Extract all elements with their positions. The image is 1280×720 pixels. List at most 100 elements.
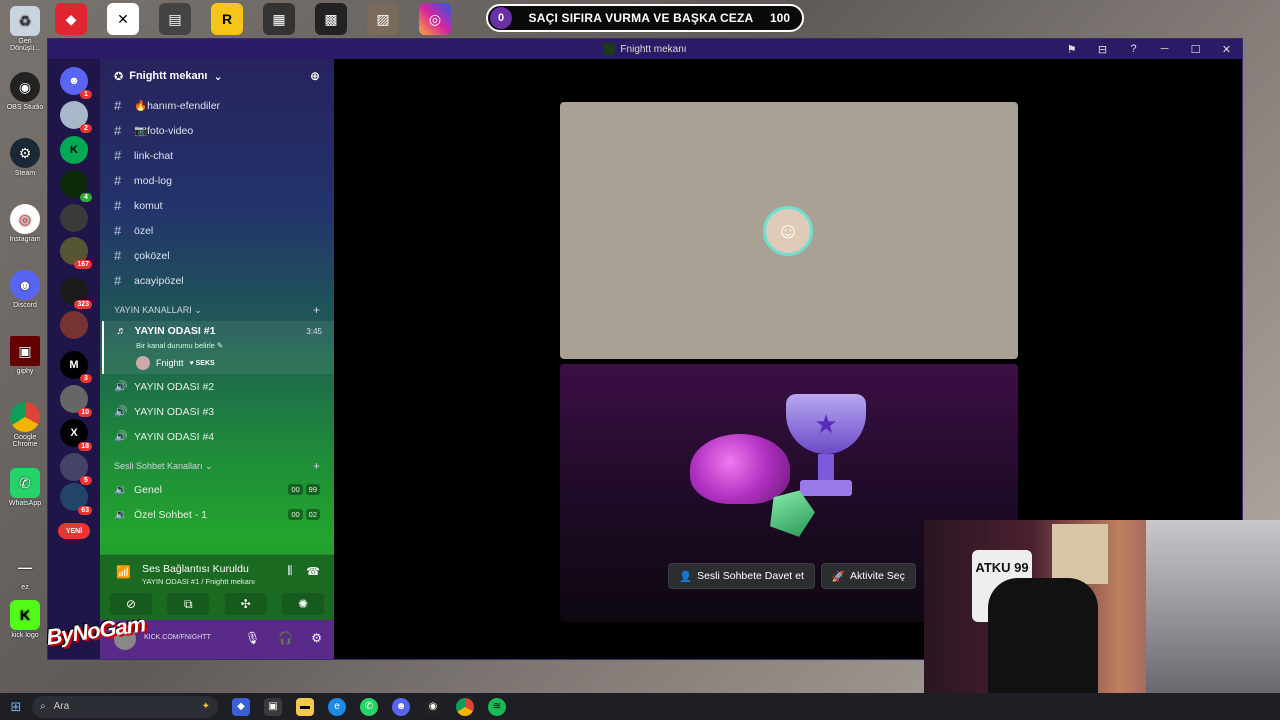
trophy-illustration: ★	[786, 394, 866, 504]
voice-channel-item[interactable]: 🔉 Genel 00 99	[100, 477, 334, 502]
category-voice[interactable]: Sesli Sohbet Kanalları ⌄ +	[100, 455, 334, 477]
help-icon[interactable]: ?	[1118, 43, 1149, 55]
server-icon[interactable]: K	[60, 136, 88, 164]
category-stream[interactable]: YAYIN KANALLARI ⌄ +	[100, 299, 334, 321]
desktop-icon[interactable]: Kkick logo	[4, 600, 46, 639]
server-icon[interactable]: 4	[60, 170, 92, 202]
server-icon[interactable]: 5	[60, 453, 92, 485]
camera-off-button[interactable]: ⊘	[110, 593, 152, 615]
channel-item[interactable]: # özel	[100, 218, 334, 243]
channel-item[interactable]: # 🔥hanım-efendiler	[100, 93, 334, 118]
edge-icon[interactable]: e	[328, 697, 346, 716]
game-app-icon[interactable]: ◆	[55, 3, 87, 35]
server-icon[interactable]: X 18	[60, 419, 92, 451]
maximize-button[interactable]: ☐	[1180, 43, 1211, 56]
participant-tile[interactable]: ☺	[560, 102, 1018, 359]
voice-channel-item[interactable]: 🔉 Özel Sohbet - 1 00 02	[100, 502, 334, 527]
desktop-icon[interactable]: ♻ Geri Dönüşü...	[4, 6, 46, 52]
avatar: ☺	[763, 206, 813, 256]
channel-item[interactable]: # mod-log	[100, 168, 334, 193]
channel-item[interactable]: # komut	[100, 193, 334, 218]
voice-channel-item[interactable]: 🔊 YAYIN ODASI #3	[100, 399, 334, 424]
folder-shortcut-icon[interactable]: ▤	[159, 3, 191, 35]
windows-start-icon[interactable]: ⊞	[0, 699, 32, 715]
obs-icon: ◉	[10, 72, 40, 102]
server-header[interactable]: ✪ Fnightt mekanı ⌄ ⊕	[100, 59, 334, 93]
search-icon: ⌕	[40, 701, 46, 712]
channel-status[interactable]: Bir kanal durumu belirle ✎	[136, 341, 322, 350]
copilot-icon[interactable]: ◆	[232, 697, 250, 716]
store-icon[interactable]: ▣	[264, 697, 282, 716]
add-channel-icon[interactable]: +	[313, 303, 320, 317]
counter-left-value: 0	[490, 7, 512, 29]
channel-item[interactable]: # 📷foto-video	[100, 118, 334, 143]
server-icon[interactable]: M3	[60, 351, 92, 383]
server-icon[interactable]	[60, 311, 88, 339]
game-shortcut-icon[interactable]: ▩	[315, 3, 347, 35]
spotify-icon[interactable]: ≋	[488, 697, 506, 716]
rockstar-icon[interactable]: R	[211, 3, 243, 35]
whatsapp-icon[interactable]: ✆	[360, 697, 378, 716]
hash-icon: #	[114, 273, 122, 288]
soundboard-button[interactable]: ✺	[281, 593, 324, 615]
game-shortcut-icon[interactable]: ▦	[263, 3, 295, 35]
disconnect-icon[interactable]: ☎	[306, 565, 320, 578]
punishment-counter: 0 SAÇI SIFIRA VURMA VE BAŞKA CEZA 100	[486, 4, 804, 32]
server-icon[interactable]: 167	[60, 237, 92, 269]
taskbar-search[interactable]: ⌕ Ara ✦	[32, 695, 218, 718]
stream-voice-icon: 🔊	[114, 431, 128, 443]
flag-icon[interactable]: ⚑	[1056, 43, 1087, 56]
desktop-icon[interactable]: ▣ giphy	[4, 336, 46, 375]
desktop-icon[interactable]: ⚙ Steam	[4, 138, 46, 177]
discord-icon[interactable]: ☻	[392, 697, 410, 716]
voice-member[interactable]: Fnightt ♥ SEKS	[136, 356, 322, 370]
close-button[interactable]: ✕	[1211, 43, 1242, 56]
server-icon[interactable]: 323	[60, 277, 92, 309]
server-icon[interactable]: 10	[60, 385, 92, 417]
file-explorer-icon[interactable]: ▬	[296, 697, 314, 716]
obs-icon[interactable]: ◉	[424, 697, 442, 716]
server-icon[interactable]	[60, 204, 88, 232]
activities-button[interactable]: ✣	[224, 593, 267, 615]
channel-item[interactable]: # çoközel	[100, 243, 334, 268]
screen-share-button[interactable]: ⧉	[167, 593, 210, 615]
server-icon[interactable]: 63	[60, 483, 92, 515]
server-icon[interactable]: 2	[60, 101, 92, 133]
image-shortcut-icon[interactable]: ▨	[367, 3, 399, 35]
stream-voice-icon: ♬	[116, 325, 127, 337]
channel-item[interactable]: # link-chat	[100, 143, 334, 168]
home-button[interactable]: ☻ 1	[60, 67, 92, 99]
voice-channel-item[interactable]: 🔊 YAYIN ODASI #2	[100, 374, 334, 399]
hash-icon: #	[114, 248, 122, 263]
new-badge[interactable]: YENİ	[58, 523, 90, 539]
desktop-icon[interactable]: ◎ Instagram	[4, 204, 46, 243]
voice-channel-item[interactable]: 🔊 YAYIN ODASI #4	[100, 424, 334, 449]
capcut-icon[interactable]: ✕	[107, 3, 139, 35]
add-member-icon[interactable]: ⊕	[310, 69, 320, 83]
instagram-icon[interactable]: ◎	[419, 3, 451, 35]
counter-title: SAÇI SIFIRA VURMA VE BAŞKA CEZA	[528, 11, 754, 25]
minimize-button[interactable]: ─	[1149, 43, 1180, 55]
chrome-icon[interactable]	[456, 697, 474, 716]
noise-suppression-icon[interactable]: ⫼	[287, 565, 292, 578]
chevron-down-icon: ⌄	[205, 460, 213, 471]
desktop-icon[interactable]: ☻ Discord	[4, 270, 46, 309]
desktop-icon[interactable]: ◉ OBS Studio	[4, 72, 46, 111]
speaker-icon: 🔉	[114, 509, 128, 521]
server-rail: ☻ 1 2 K 4 167 323 M3 10 X 18 5 63 YENİ	[48, 59, 100, 659]
webcam-overlay: ATKU 99	[924, 520, 1280, 720]
microphone-icon[interactable]: 🎙	[245, 631, 260, 645]
inbox-icon[interactable]: ⊟	[1087, 43, 1118, 56]
desktop-icon[interactable]: Google Chrome	[4, 402, 46, 448]
choose-activity-button[interactable]: 🚀 Aktivite Seç	[820, 563, 916, 589]
channel-item[interactable]: # acayipözel	[100, 268, 334, 293]
headphones-icon[interactable]: 🎧	[278, 631, 293, 645]
server-icon	[603, 43, 616, 55]
gear-icon[interactable]: ⚙	[311, 631, 322, 645]
desktop-icon[interactable]: ✆ WhatsApp	[4, 468, 46, 507]
desktop-icon[interactable]: — ez	[4, 552, 46, 591]
active-voice-channel[interactable]: ♬ YAYIN ODASI #1 3:45 Bir kanal durumu b…	[102, 321, 334, 374]
add-channel-icon[interactable]: +	[313, 459, 320, 473]
member-tag: ♥ SEKS	[189, 359, 215, 367]
invite-to-voice-button[interactable]: 👤 Sesli Sohbete Davet et	[668, 563, 815, 589]
